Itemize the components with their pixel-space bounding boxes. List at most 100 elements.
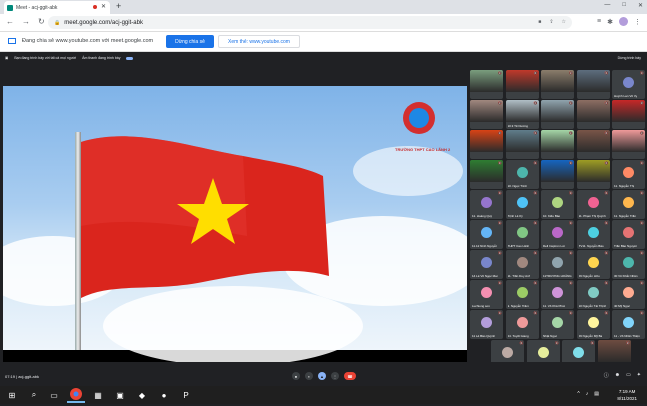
participant-tile[interactable]: 🔇 <box>505 130 539 159</box>
participant-tile[interactable]: 🔇 THPT Cao Lãnh <box>505 220 539 249</box>
participant-avatar <box>481 227 492 238</box>
participant-tile[interactable]: 🔇 <box>576 130 610 159</box>
extensions-icon[interactable]: ✱ <box>607 18 613 26</box>
hang-up-button[interactable]: ☎ <box>344 372 356 380</box>
participant-tile[interactable]: 🔇 09 Nguyễn Hữu <box>576 250 610 279</box>
more-options-button[interactable]: ⋮ <box>331 372 339 380</box>
back-icon[interactable]: ← <box>6 17 14 26</box>
url-input[interactable]: 🔒 meet.google.com/acj-ggit-abk ■ ⇪ ☆ <box>48 16 572 29</box>
participant-tile[interactable]: 🔇 <box>576 160 610 189</box>
muted-mic-icon: 🔇 <box>640 311 644 315</box>
participant-tile[interactable]: 🔇 <box>541 160 574 189</box>
network-icon[interactable]: ▤ <box>594 391 599 397</box>
participant-tile[interactable]: 🔇 <box>470 100 503 129</box>
forward-icon[interactable]: → <box>22 17 30 26</box>
star-icon[interactable]: ☆ <box>562 19 566 25</box>
muted-mic-icon: 🔇 <box>569 311 573 315</box>
chevron-up-icon[interactable]: ^ <box>577 391 579 397</box>
participant-tile[interactable]: 🔇 40 Mỹ Ngọc <box>612 280 645 309</box>
camera-icon[interactable]: ■ <box>538 19 541 25</box>
chat-icon[interactable]: ▭ <box>626 372 631 379</box>
participant-tile[interactable]: 🔇 <box>470 160 503 189</box>
reload-icon[interactable]: ↻ <box>38 17 45 26</box>
participant-tile[interactable]: 🔇 <box>505 70 539 99</box>
participant-tile[interactable]: 🔇 Trần Bảo Nguyên <box>612 220 645 249</box>
participant-tile[interactable]: 🔇 11. Phạm Thị Quỳnh <box>576 190 610 219</box>
browser-tab[interactable]: Meet - acj-ggit-abk ✕ <box>4 1 110 14</box>
participant-tile[interactable]: 🔇 9. Nguyễn Trâm <box>505 280 539 309</box>
search-icon[interactable]: ⌕ <box>28 389 40 401</box>
participant-tile[interactable]: 🔇 09 Nguyễn Mỹ Ba <box>576 310 610 339</box>
task-view-icon[interactable]: ▭ <box>48 389 60 401</box>
participant-tile[interactable]: 🔇 <box>470 130 503 159</box>
participant-tile[interactable]: 🔇 Nhật Ngọc <box>541 310 574 339</box>
chrome-taskbar-icon[interactable] <box>67 387 85 403</box>
audio-toggle[interactable] <box>126 56 134 60</box>
activities-icon[interactable]: ✦ <box>637 372 641 379</box>
participant-tile[interactable]: 🔇 Trịnh Lê Kỳ <box>505 190 539 219</box>
info-icon[interactable]: ⓘ <box>604 372 609 379</box>
close-window-button[interactable]: ✕ <box>638 2 643 9</box>
new-tab-button[interactable]: + <box>116 1 121 11</box>
participant-tile[interactable]: 🔇 10. Kiều Bảo <box>541 190 574 219</box>
participant-tile[interactable]: 🔇 <box>541 70 574 99</box>
participant-tile[interactable]: 🔇 11. Nguyễn Trần <box>612 190 645 219</box>
camera-button[interactable]: ▪ <box>305 372 313 380</box>
menu-icon[interactable]: ⋮ <box>634 18 641 26</box>
participant-tile[interactable]: 🔇 <box>541 100 574 129</box>
maximize-button[interactable]: □ <box>622 2 626 9</box>
stop-sharing-button[interactable]: Dừng chia sẻ <box>166 35 214 48</box>
participant-tile[interactable]: 🔇 <box>576 100 610 129</box>
participant-tile[interactable]: 🔇 10.3 Tế Dương <box>505 100 539 129</box>
reading-list-icon[interactable]: ≡ <box>597 18 601 25</box>
people-icon[interactable]: ☻ <box>615 372 620 379</box>
participant-tile[interactable]: 🔇 10. Ngọc Trinh <box>505 160 539 189</box>
participant-name: 30 Võ Khắc Nhân <box>614 274 638 278</box>
app2-taskbar-icon[interactable]: ◆ <box>136 389 148 401</box>
participant-tile[interactable]: 🔇 11 Lê Bảo Quỳnh <box>470 310 503 339</box>
muted-mic-icon: 🔇 <box>498 281 502 285</box>
minimize-button[interactable]: — <box>604 2 610 9</box>
participant-tile[interactable]: 🔇 <box>470 70 503 99</box>
stop-presenting-link[interactable]: Dừng trình bày <box>618 56 641 60</box>
participant-tile[interactable]: 🔇 11TRƯƠNG HOÀNG <box>541 250 574 279</box>
participant-tile[interactable]: 🔇 <box>541 130 574 159</box>
store-taskbar-icon[interactable]: ▣ <box>114 389 126 401</box>
participant-tile[interactable]: 🔇 11. Võ Khá Phúc <box>541 280 574 309</box>
participant-tile[interactable]: 🔇 Huỳnh Lan Vũ Vy <box>612 70 645 99</box>
share-icon[interactable]: ⇪ <box>549 19 553 25</box>
meet-window: ▣ Bạn đang trình bày với tất cả mọi ngườ… <box>0 52 647 386</box>
volume-icon[interactable]: ♪ <box>586 391 589 397</box>
clock[interactable]: 7:19 AM 8/11/2021 <box>617 388 637 402</box>
participant-tile[interactable]: 🔇 11. Hoàng Quý <box>470 190 503 219</box>
muted-mic-icon: 🔇 <box>498 221 502 225</box>
participant-name: 10 Nguyễn Tài Thịnh <box>578 304 607 308</box>
view-tab-button[interactable]: Xem thẻ: www.youtube.com <box>218 35 300 48</box>
windows-start-icon[interactable]: ⊞ <box>6 389 18 401</box>
present-button[interactable]: ▲ <box>318 372 326 380</box>
participant-tile[interactable]: 🔇 11 - Võ Nhãn Thiện <box>612 310 645 339</box>
participant-tile[interactable]: 🔇 <box>612 130 645 159</box>
powerpoint-taskbar-icon[interactable]: P <box>180 389 192 401</box>
participant-tile[interactable]: 🔇 11. Trần Duy Anh <box>505 250 539 279</box>
participant-tile[interactable]: 🔇 30 Võ Khắc Nhân <box>612 250 645 279</box>
participant-tile[interactable]: 🔇 TV11. Nguyễn Bảo <box>576 220 610 249</box>
address-bar: ← → ↻ 🔒 meet.google.com/acj-ggit-abk ■ ⇪… <box>0 14 647 32</box>
mic-button[interactable]: ● <box>292 372 300 380</box>
participant-tile[interactable]: 🔇 11.12 Ninh Nguyễn <box>470 220 503 249</box>
participant-tile[interactable]: 🔇 14 Lê Vũ Ngọc Mai <box>470 250 503 279</box>
participant-tile[interactable]: 🔇 11. Nguyễn Thị <box>612 160 645 189</box>
muted-mic-icon: 🔇 <box>604 101 609 105</box>
app3-taskbar-icon[interactable]: ● <box>158 389 170 401</box>
participant-tile[interactable]: 🔇 Dell Inspiron Lvn <box>541 220 574 249</box>
nav-buttons: ← → ↻ <box>6 17 45 26</box>
app-taskbar-icon[interactable]: ▦ <box>92 389 104 401</box>
participant-tile[interactable]: 🔇 10 Nguyễn Tài Thịnh <box>576 280 610 309</box>
participant-name: 11. Phạm Thị Quỳnh <box>578 214 606 218</box>
participant-tile[interactable]: 🔇 Luchiong son <box>470 280 503 309</box>
participant-tile[interactable]: 🔇 <box>612 100 645 129</box>
profile-avatar[interactable] <box>619 17 628 26</box>
participant-tile[interactable]: 🔇 <box>576 70 610 99</box>
participant-tile[interactable]: 🔇 24. Tuyết Giang <box>505 310 539 339</box>
close-tab-icon[interactable]: ✕ <box>101 3 106 10</box>
